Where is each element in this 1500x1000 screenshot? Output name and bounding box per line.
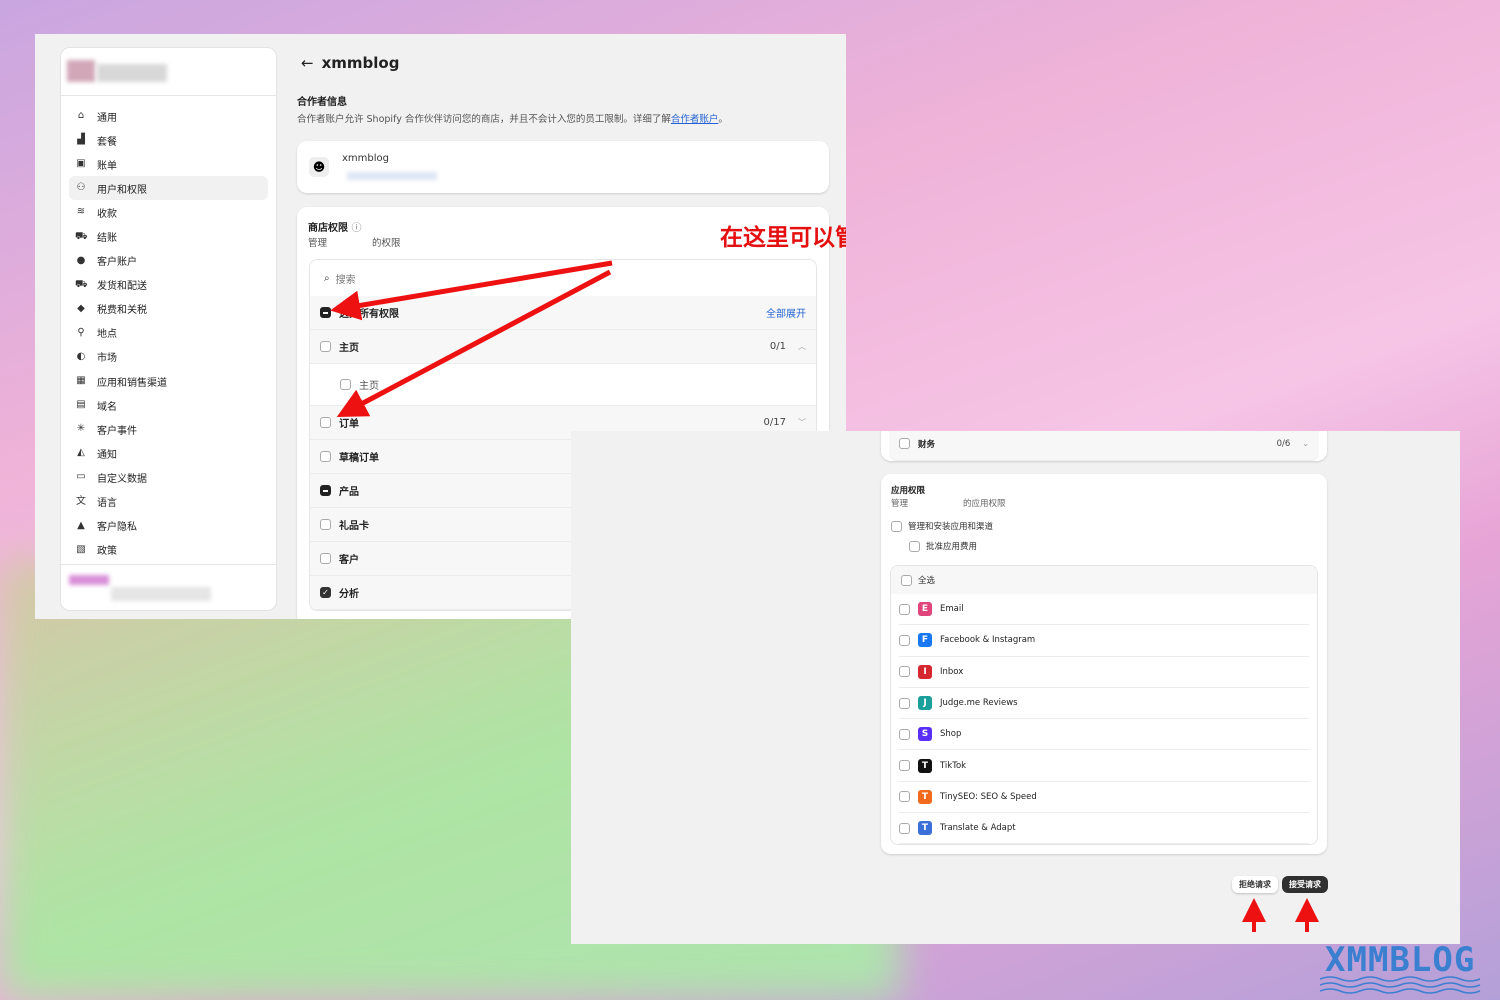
watermark-waves xyxy=(1320,976,1481,994)
watermark-logo: XMMBLOG xyxy=(1325,940,1476,980)
arrow-to-orders xyxy=(336,269,612,418)
annotation-arrows xyxy=(330,260,1319,932)
arrow-to-select-all xyxy=(330,260,613,321)
